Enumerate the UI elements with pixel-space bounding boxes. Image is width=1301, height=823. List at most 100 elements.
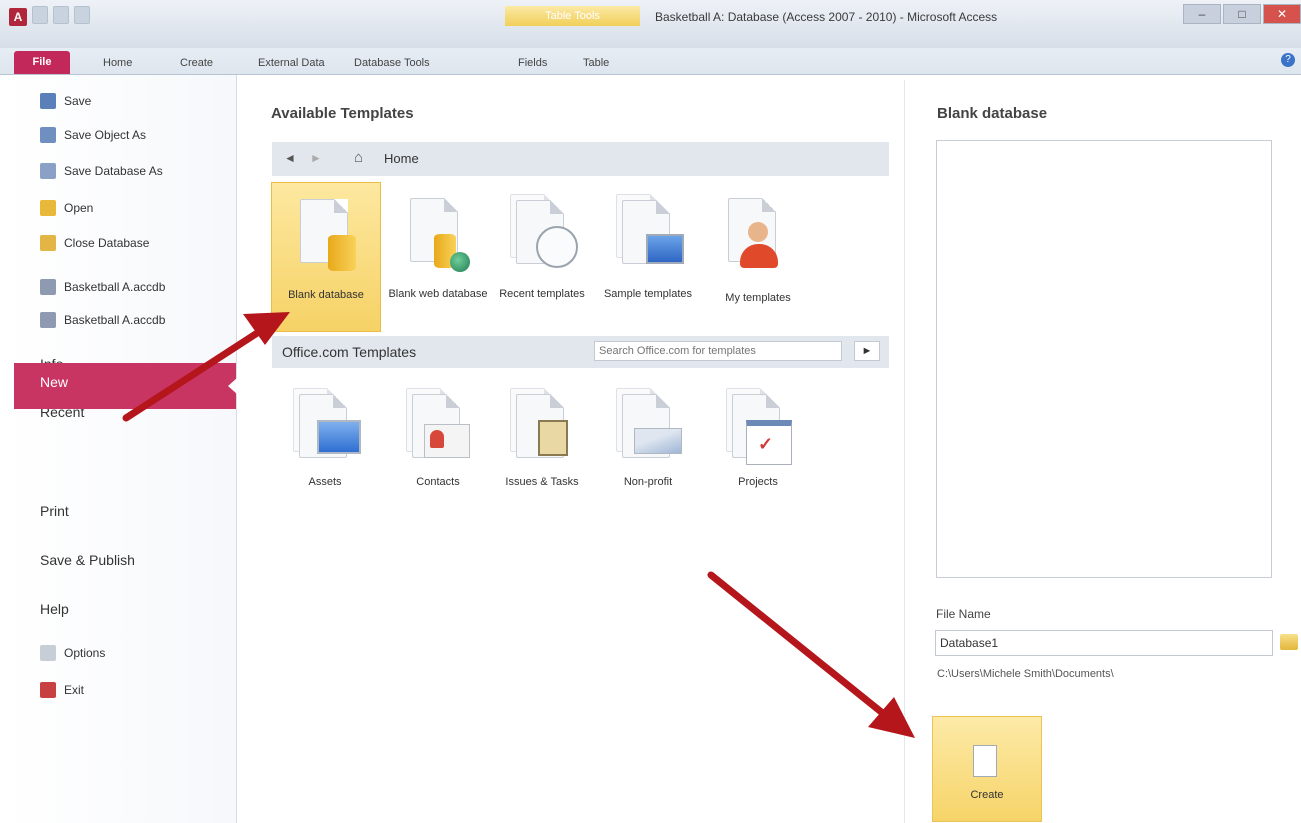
save-object-as-command[interactable]: Save Object As	[40, 124, 146, 146]
tile-label: Projects	[738, 476, 778, 488]
checkmark-icon: ✓	[758, 434, 774, 454]
title-bar: A Table Tools Basketball A: Database (Ac…	[0, 0, 1301, 48]
recent-file-1[interactable]: Basketball A.accdb	[40, 276, 165, 298]
nav-help[interactable]: Help	[40, 597, 69, 621]
save-label: Save	[64, 94, 92, 108]
save-command[interactable]: Save	[40, 90, 91, 112]
file-name-field[interactable]	[935, 630, 1273, 656]
officecom-templates-bar: Office.com Templates ►	[272, 336, 889, 368]
tab-home[interactable]: Home	[103, 52, 132, 74]
tile-label: Non-profit	[623, 476, 673, 488]
tab-table[interactable]: Table	[583, 52, 609, 74]
help-icon[interactable]: ?	[1281, 53, 1295, 67]
tile-label: Blank database	[288, 289, 364, 301]
asset-monitor-icon	[317, 420, 361, 454]
database-cylinder-icon	[328, 235, 356, 271]
person-head-icon	[748, 222, 768, 242]
exit-icon	[40, 682, 56, 698]
tile-contacts[interactable]: Contacts	[384, 378, 492, 526]
tab-create[interactable]: Create	[180, 52, 213, 74]
tile-blank-web-database[interactable]: Blank web database	[384, 182, 492, 330]
minimize-button[interactable]: –	[1183, 4, 1221, 24]
home-icon[interactable]: ⌂	[354, 150, 370, 166]
window-title: Basketball A: Database (Access 2007 - 20…	[655, 10, 998, 24]
close-database-label: Close Database	[64, 236, 150, 250]
tile-recent-templates[interactable]: Recent templates	[488, 182, 596, 330]
tile-assets[interactable]: Assets	[271, 378, 379, 526]
globe-icon	[450, 252, 470, 272]
tile-label: Sample templates	[603, 288, 693, 300]
ribbon-tab-bar: File Home Create External Data Database …	[0, 48, 1301, 75]
new-document-icon	[973, 745, 997, 777]
pane-divider	[904, 80, 905, 823]
tile-projects[interactable]: ✓ Projects	[704, 378, 812, 526]
tab-file[interactable]: File	[14, 51, 70, 74]
tile-label: Recent templates	[499, 288, 585, 300]
arrow-to-create-button	[707, 571, 915, 738]
tab-database-tools[interactable]: Database Tools	[354, 52, 430, 74]
qat-undo-icon[interactable]	[53, 6, 69, 24]
nav-new-label: New	[40, 374, 69, 390]
breadcrumb-home[interactable]: Home	[384, 151, 419, 166]
browse-folder-icon[interactable]	[1280, 634, 1298, 650]
officecom-search-input[interactable]	[594, 341, 842, 361]
tile-label: My templates	[725, 292, 791, 304]
tile-label: Contacts	[416, 476, 460, 488]
save-path: C:\Users\Michele Smith\Documents\	[937, 668, 1114, 680]
exit-label: Exit	[64, 683, 85, 697]
chart-graphic-icon	[634, 428, 682, 454]
tile-sample-templates[interactable]: Sample templates	[594, 182, 702, 330]
tile-blank-database[interactable]: Blank database	[271, 182, 381, 332]
backstage-nav	[0, 75, 237, 823]
monitor-icon	[646, 234, 684, 264]
close-button[interactable]: ✕	[1263, 4, 1301, 24]
quick-access-toolbar	[32, 6, 90, 24]
contact-person-icon	[430, 430, 444, 448]
qat-redo-icon[interactable]	[74, 6, 90, 24]
save-database-as-command[interactable]: Save Database As	[40, 160, 163, 182]
close-database-icon	[40, 235, 56, 251]
tab-fields[interactable]: Fields	[518, 52, 547, 74]
options-icon	[40, 645, 56, 661]
nav-print[interactable]: Print	[40, 499, 69, 523]
save-icon	[40, 93, 56, 109]
maximize-button[interactable]: □	[1223, 4, 1261, 24]
tile-issues-tasks[interactable]: Issues & Tasks	[488, 378, 596, 526]
close-database-command[interactable]: Close Database	[40, 232, 149, 254]
tab-external-data[interactable]: External Data	[258, 52, 325, 74]
database-file-icon	[40, 279, 56, 295]
file-name-label: File Name	[936, 607, 991, 621]
tile-my-templates[interactable]: My templates	[704, 182, 812, 330]
open-command[interactable]: Open	[40, 197, 93, 219]
tile-non-profit[interactable]: Non-profit	[594, 378, 702, 526]
nav-new[interactable]: New	[14, 363, 237, 409]
tile-label: Assets	[308, 476, 342, 488]
tile-label: Blank web database	[388, 288, 488, 300]
qat-save-icon[interactable]	[32, 6, 48, 24]
open-label: Open	[64, 201, 94, 215]
recent-file-2[interactable]: Basketball A.accdb	[40, 309, 165, 331]
options-command[interactable]: Options	[40, 642, 105, 664]
open-folder-icon	[40, 200, 56, 216]
search-go-button[interactable]: ►	[854, 341, 880, 361]
create-label: Create	[970, 789, 1004, 801]
save-database-as-icon	[40, 163, 56, 179]
back-arrow-icon[interactable]: ◄	[284, 151, 296, 165]
create-button[interactable]: Create	[932, 716, 1042, 822]
save-object-as-icon	[40, 127, 56, 143]
clipboard-icon	[538, 420, 568, 456]
template-breadcrumb-bar: ◄ ► ⌂ Home	[272, 142, 889, 176]
exit-command[interactable]: Exit	[40, 679, 84, 701]
recent-file-2-label: Basketball A.accdb	[64, 313, 166, 327]
contextual-tab-group: Table Tools	[505, 6, 640, 26]
tile-label: Issues & Tasks	[505, 476, 579, 488]
recent-file-1-label: Basketball A.accdb	[64, 280, 166, 294]
clock-icon	[536, 226, 578, 268]
nav-save-publish[interactable]: Save & Publish	[40, 548, 135, 572]
officecom-templates-heading: Office.com Templates	[282, 344, 417, 360]
template-preview	[936, 140, 1272, 578]
blank-database-heading: Blank database	[937, 105, 1048, 122]
access-app-icon[interactable]: A	[9, 8, 27, 26]
forward-arrow-icon[interactable]: ►	[310, 151, 322, 165]
options-label: Options	[64, 646, 106, 660]
